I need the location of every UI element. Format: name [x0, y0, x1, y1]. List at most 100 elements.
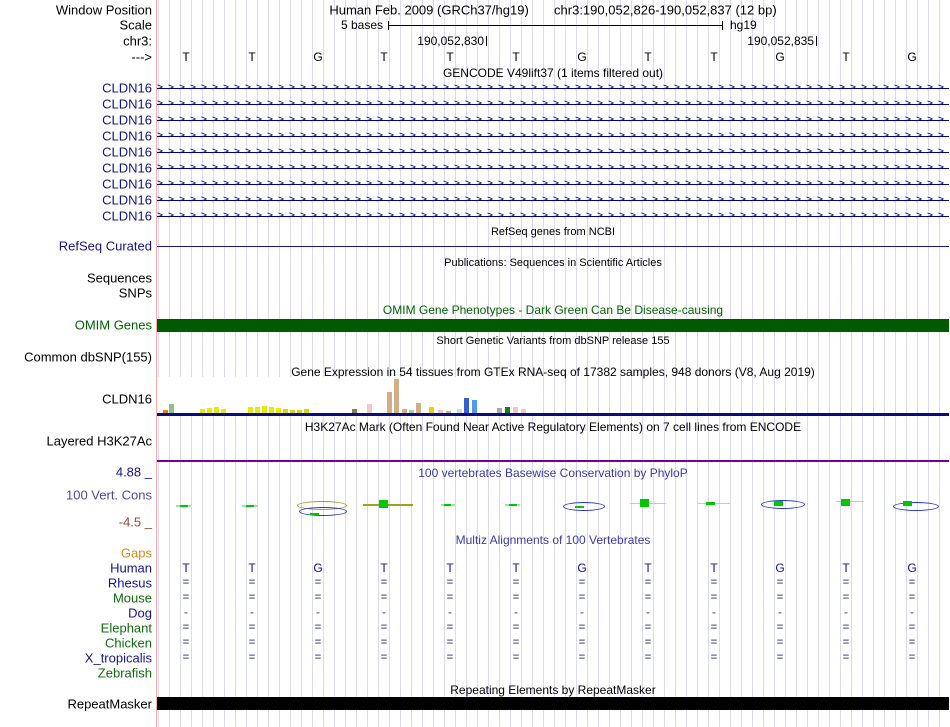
align-glyph: =: [446, 636, 454, 649]
gene-label-cldn16[interactable]: CLDN16: [102, 145, 152, 160]
species-label-x_tropicalis[interactable]: X_tropicalis: [85, 651, 152, 666]
track-label-repeatmasker[interactable]: RepeatMasker: [67, 697, 152, 712]
align-glyph: =: [182, 576, 190, 589]
gtex-bar[interactable]: [416, 403, 421, 413]
align-glyph: =: [710, 591, 718, 604]
align-glyph: =: [578, 621, 586, 634]
gene-arrow-row[interactable]: >>>>>>>>>>>>>>>>>>>>>>>>>>>>>>>>>>>>>>>>…: [157, 146, 949, 158]
species-label-human[interactable]: Human: [110, 561, 152, 576]
align-glyph: =: [446, 576, 454, 589]
repeatmasker-band[interactable]: [157, 697, 949, 710]
align-glyph: =: [248, 636, 256, 649]
track-label-snps[interactable]: SNPs: [119, 286, 152, 301]
gene-arrow-row[interactable]: >>>>>>>>>>>>>>>>>>>>>>>>>>>>>>>>>>>>>>>>…: [157, 194, 949, 206]
track-label-refseq-curated[interactable]: RefSeq Curated: [59, 239, 152, 254]
track-title-phylop: 100 vertebrates Basewise Conservation by…: [418, 466, 688, 480]
refseq-item-line[interactable]: [157, 246, 949, 247]
species-label-chicken[interactable]: Chicken: [105, 636, 152, 651]
track-title-dbsnp: Short Genetic Variants from dbSNP releas…: [436, 335, 670, 347]
gutter-label-window-position: Window Position: [55, 2, 152, 18]
scale-ruler-line: [388, 25, 722, 26]
gutter-label-chrom: chr3:: [123, 33, 152, 49]
align-glyph: =: [512, 621, 520, 634]
align-glyph: -: [580, 606, 584, 619]
track-title-repeatmasker: Repeating Elements by RepeatMasker: [450, 683, 656, 697]
gene-label-cldn16[interactable]: CLDN16: [102, 113, 152, 128]
scale-bases-text: 5 bases: [340, 18, 383, 32]
base-letter: T: [512, 50, 520, 64]
align-glyph: =: [578, 636, 586, 649]
omim-gene-band[interactable]: [157, 319, 949, 332]
species-label-dog[interactable]: Dog: [128, 606, 152, 621]
conservation-mark: [706, 502, 715, 505]
gtex-bar[interactable]: [472, 400, 477, 413]
align-glyph: =: [446, 621, 454, 634]
align-glyph: =: [380, 636, 388, 649]
gtex-bar[interactable]: [464, 398, 469, 413]
gtex-bar[interactable]: [367, 404, 372, 413]
track-label-sequences[interactable]: Sequences: [87, 271, 152, 286]
gene-arrow-row[interactable]: >>>>>>>>>>>>>>>>>>>>>>>>>>>>>>>>>>>>>>>>…: [157, 130, 949, 142]
track-title-refseq: RefSeq genes from NCBI: [490, 226, 616, 238]
gene-arrow-row[interactable]: >>>>>>>>>>>>>>>>>>>>>>>>>>>>>>>>>>>>>>>>…: [157, 114, 949, 126]
align-glyph: =: [908, 651, 916, 664]
align-glyph: =: [842, 591, 850, 604]
track-title-gencode: GENCODE V49lift37 (1 items filtered out): [442, 66, 664, 80]
track-label-common-dbsnp[interactable]: Common dbSNP(155): [24, 350, 152, 365]
gene-label-cldn16[interactable]: CLDN16: [102, 81, 152, 96]
conservation-mark: [299, 507, 347, 516]
align-glyph: =: [446, 591, 454, 604]
gene-arrow-row[interactable]: >>>>>>>>>>>>>>>>>>>>>>>>>>>>>>>>>>>>>>>>…: [157, 98, 949, 110]
gene-label-cldn16[interactable]: CLDN16: [102, 209, 152, 224]
align-base-letter: T: [512, 561, 520, 575]
align-glyph: =: [314, 621, 322, 634]
conservation-mark: [509, 504, 517, 506]
align-base-letter: T: [710, 561, 718, 575]
gene-label-cldn16[interactable]: CLDN16: [102, 193, 152, 208]
gtex-bar[interactable]: [262, 406, 267, 413]
track-label-omim-genes[interactable]: OMIM Genes: [75, 318, 152, 333]
track-title-multiz: Multiz Alignments of 100 Vertebrates: [455, 533, 651, 547]
track-label-gtex-cldn16[interactable]: CLDN16: [102, 392, 152, 407]
track-label-h3k27ac[interactable]: Layered H3K27Ac: [46, 434, 152, 449]
gutter-label-strand: --->: [131, 49, 152, 65]
base-letter: T: [182, 50, 190, 64]
gene-arrow-row[interactable]: >>>>>>>>>>>>>>>>>>>>>>>>>>>>>>>>>>>>>>>>…: [157, 162, 949, 174]
align-glyph: =: [248, 621, 256, 634]
species-label-elephant[interactable]: Elephant: [101, 621, 152, 636]
species-label-rhesus[interactable]: Rhesus: [108, 576, 152, 591]
align-glyph: =: [644, 591, 652, 604]
gtex-bar[interactable]: [169, 404, 174, 413]
track-title-omim: OMIM Gene Phenotypes - Dark Green Can Be…: [382, 303, 724, 317]
coord-right-tick: [816, 36, 817, 46]
gene-label-cldn16[interactable]: CLDN16: [102, 161, 152, 176]
align-glyph: =: [182, 591, 190, 604]
gene-label-cldn16[interactable]: CLDN16: [102, 97, 152, 112]
position-range-text: chr3:190,052,826-190,052,837 (12 bp): [554, 2, 777, 18]
gtex-bar[interactable]: [387, 392, 392, 413]
gene-arrow-row[interactable]: >>>>>>>>>>>>>>>>>>>>>>>>>>>>>>>>>>>>>>>>…: [157, 82, 949, 94]
align-glyph: =: [710, 621, 718, 634]
conservation-mark: [841, 499, 850, 506]
scale-ruler-tick-left: [388, 21, 389, 30]
h3k27ac-signal-line[interactable]: [157, 460, 949, 462]
species-label-mouse[interactable]: Mouse: [113, 591, 152, 606]
species-label-gaps[interactable]: Gaps: [121, 546, 152, 561]
align-glyph: =: [644, 576, 652, 589]
align-glyph: =: [248, 651, 256, 664]
align-glyph: =: [842, 636, 850, 649]
conservation-mark: [444, 504, 451, 506]
align-glyph: =: [380, 576, 388, 589]
gene-label-cldn16[interactable]: CLDN16: [102, 129, 152, 144]
track-label-phylop[interactable]: 100 Vert. Cons: [66, 488, 152, 503]
coord-right-text: 190,052,835: [747, 34, 814, 48]
align-glyph: =: [446, 651, 454, 664]
coord-left-tick: [486, 36, 487, 46]
align-glyph: =: [578, 651, 586, 664]
gene-arrow-row[interactable]: >>>>>>>>>>>>>>>>>>>>>>>>>>>>>>>>>>>>>>>>…: [157, 178, 949, 190]
gtex-bar[interactable]: [394, 379, 399, 413]
gene-arrow-row[interactable]: >>>>>>>>>>>>>>>>>>>>>>>>>>>>>>>>>>>>>>>>…: [157, 210, 949, 222]
align-glyph: =: [644, 651, 652, 664]
gene-label-cldn16[interactable]: CLDN16: [102, 177, 152, 192]
species-label-zebrafish[interactable]: Zebrafish: [98, 666, 152, 681]
